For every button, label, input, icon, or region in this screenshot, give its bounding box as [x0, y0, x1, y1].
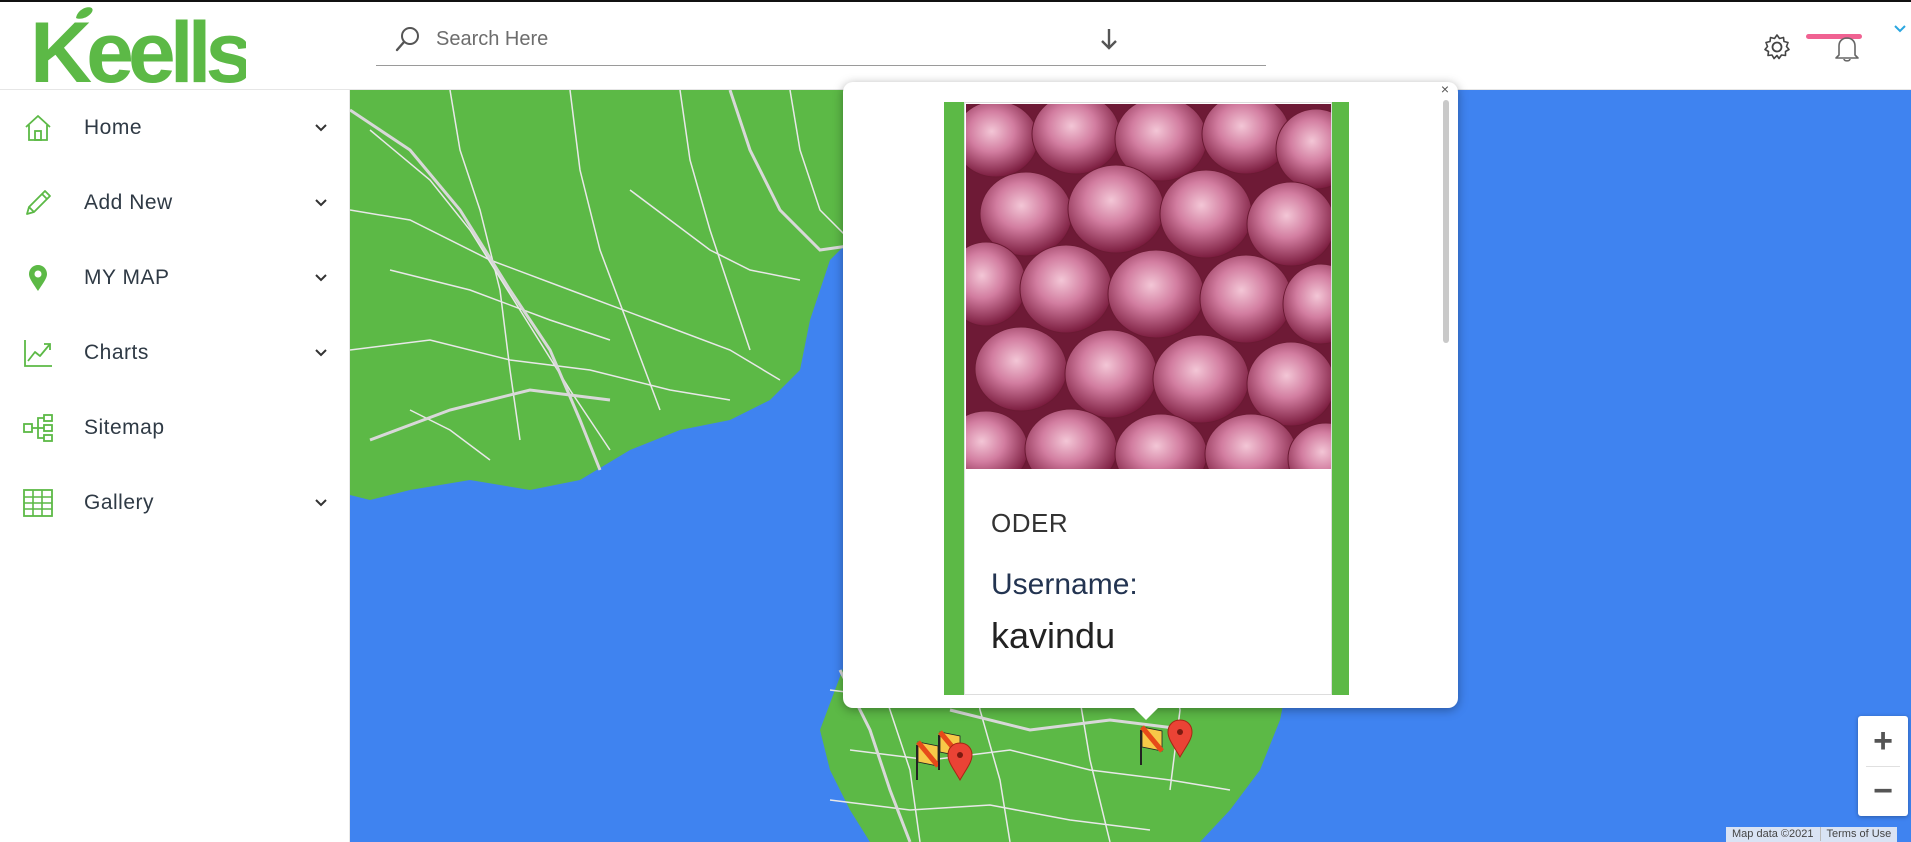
- gear-icon[interactable]: [1763, 33, 1791, 61]
- close-icon[interactable]: ×: [1438, 82, 1452, 96]
- map-data-label: Map data ©2021: [1732, 828, 1814, 840]
- top-bar: Keells: [0, 0, 1911, 90]
- map-attribution: Map data ©2021 Terms of Use: [1726, 827, 1898, 842]
- info-window-tail: [1132, 706, 1160, 720]
- sidebar-item-gallery[interactable]: Gallery: [0, 473, 350, 533]
- chevron-down-icon: [315, 349, 327, 357]
- search-input[interactable]: [436, 24, 1136, 54]
- terms-link[interactable]: Terms of Use: [1819, 827, 1898, 841]
- onion-image: [966, 104, 1331, 469]
- chevron-down-icon[interactable]: [1893, 24, 1907, 34]
- logo-text: Keells: [30, 6, 246, 90]
- search-bar: [376, 12, 1266, 66]
- bell-icon[interactable]: [1833, 33, 1861, 63]
- product-image: [966, 104, 1331, 469]
- sidebar-item-label: Add New: [84, 191, 173, 214]
- zoom-in-button[interactable]: +: [1858, 716, 1908, 766]
- sidebar-item-charts[interactable]: Charts: [0, 323, 350, 383]
- sidebar-item-add-new[interactable]: Add New: [0, 173, 350, 233]
- chevron-down-icon: [315, 199, 327, 207]
- username-label: Username:: [991, 568, 1138, 601]
- sidebar-item-my-map[interactable]: MY MAP: [0, 248, 350, 308]
- search-icon[interactable]: [394, 25, 422, 53]
- sitemap-icon: [23, 414, 53, 442]
- map-pin-icon: [29, 265, 47, 291]
- sidebar-item-label: Home: [84, 116, 143, 139]
- home-icon: [25, 115, 51, 141]
- sidebar-item-label: Charts: [84, 341, 149, 364]
- sidebar-item-label: Sitemap: [84, 416, 165, 439]
- zoom-control: + −: [1858, 716, 1908, 816]
- chevron-down-icon: [315, 124, 327, 132]
- arrow-down-icon[interactable]: [1096, 26, 1122, 52]
- sidebar-item-sitemap[interactable]: Sitemap: [0, 398, 350, 458]
- order-card-body: ODER Username: kavindu: [964, 102, 1332, 695]
- keells-logo[interactable]: Keells: [30, 6, 246, 90]
- sidebar: Home Add New MY MAP Charts Sitemap Galle…: [0, 90, 350, 842]
- zoom-out-button[interactable]: −: [1858, 766, 1908, 816]
- card-title: ODER: [991, 508, 1069, 538]
- pencil-icon: [26, 190, 51, 215]
- order-card: ODER Username: kavindu: [944, 102, 1349, 695]
- grid-icon: [23, 489, 53, 517]
- chevron-down-icon: [315, 274, 327, 282]
- username-value: kavindu: [991, 615, 1116, 656]
- scrollbar[interactable]: [1443, 100, 1449, 343]
- chevron-down-icon: [315, 499, 327, 507]
- sidebar-item-home[interactable]: Home: [0, 98, 350, 158]
- sidebar-item-label: MY MAP: [84, 266, 170, 289]
- line-chart-icon: [24, 340, 52, 367]
- sidebar-item-label: Gallery: [84, 491, 155, 514]
